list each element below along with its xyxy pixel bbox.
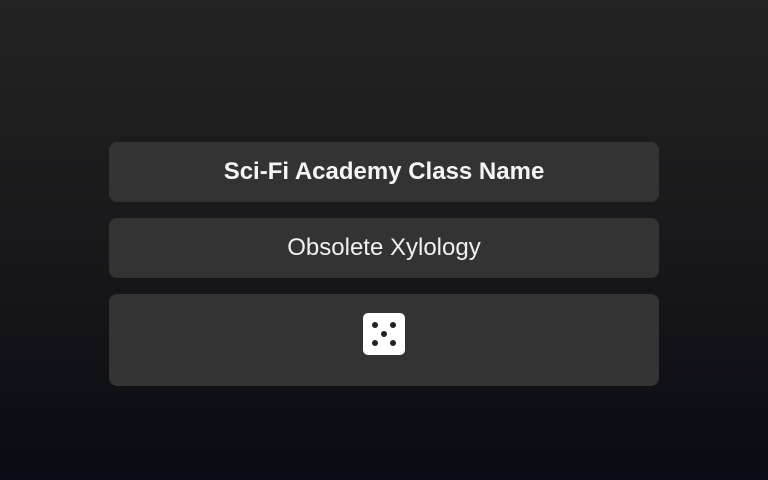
generated-class-name: Obsolete Xylology	[287, 234, 481, 261]
roll-dice-button[interactable]	[363, 313, 405, 355]
roll-panel	[109, 294, 659, 386]
page-title: Sci-Fi Academy Class Name	[223, 158, 545, 185]
title-panel: Sci-Fi Academy Class Name	[109, 142, 659, 202]
dice-five-icon	[372, 322, 396, 346]
class-name-panel: Obsolete Xylology	[109, 218, 659, 278]
